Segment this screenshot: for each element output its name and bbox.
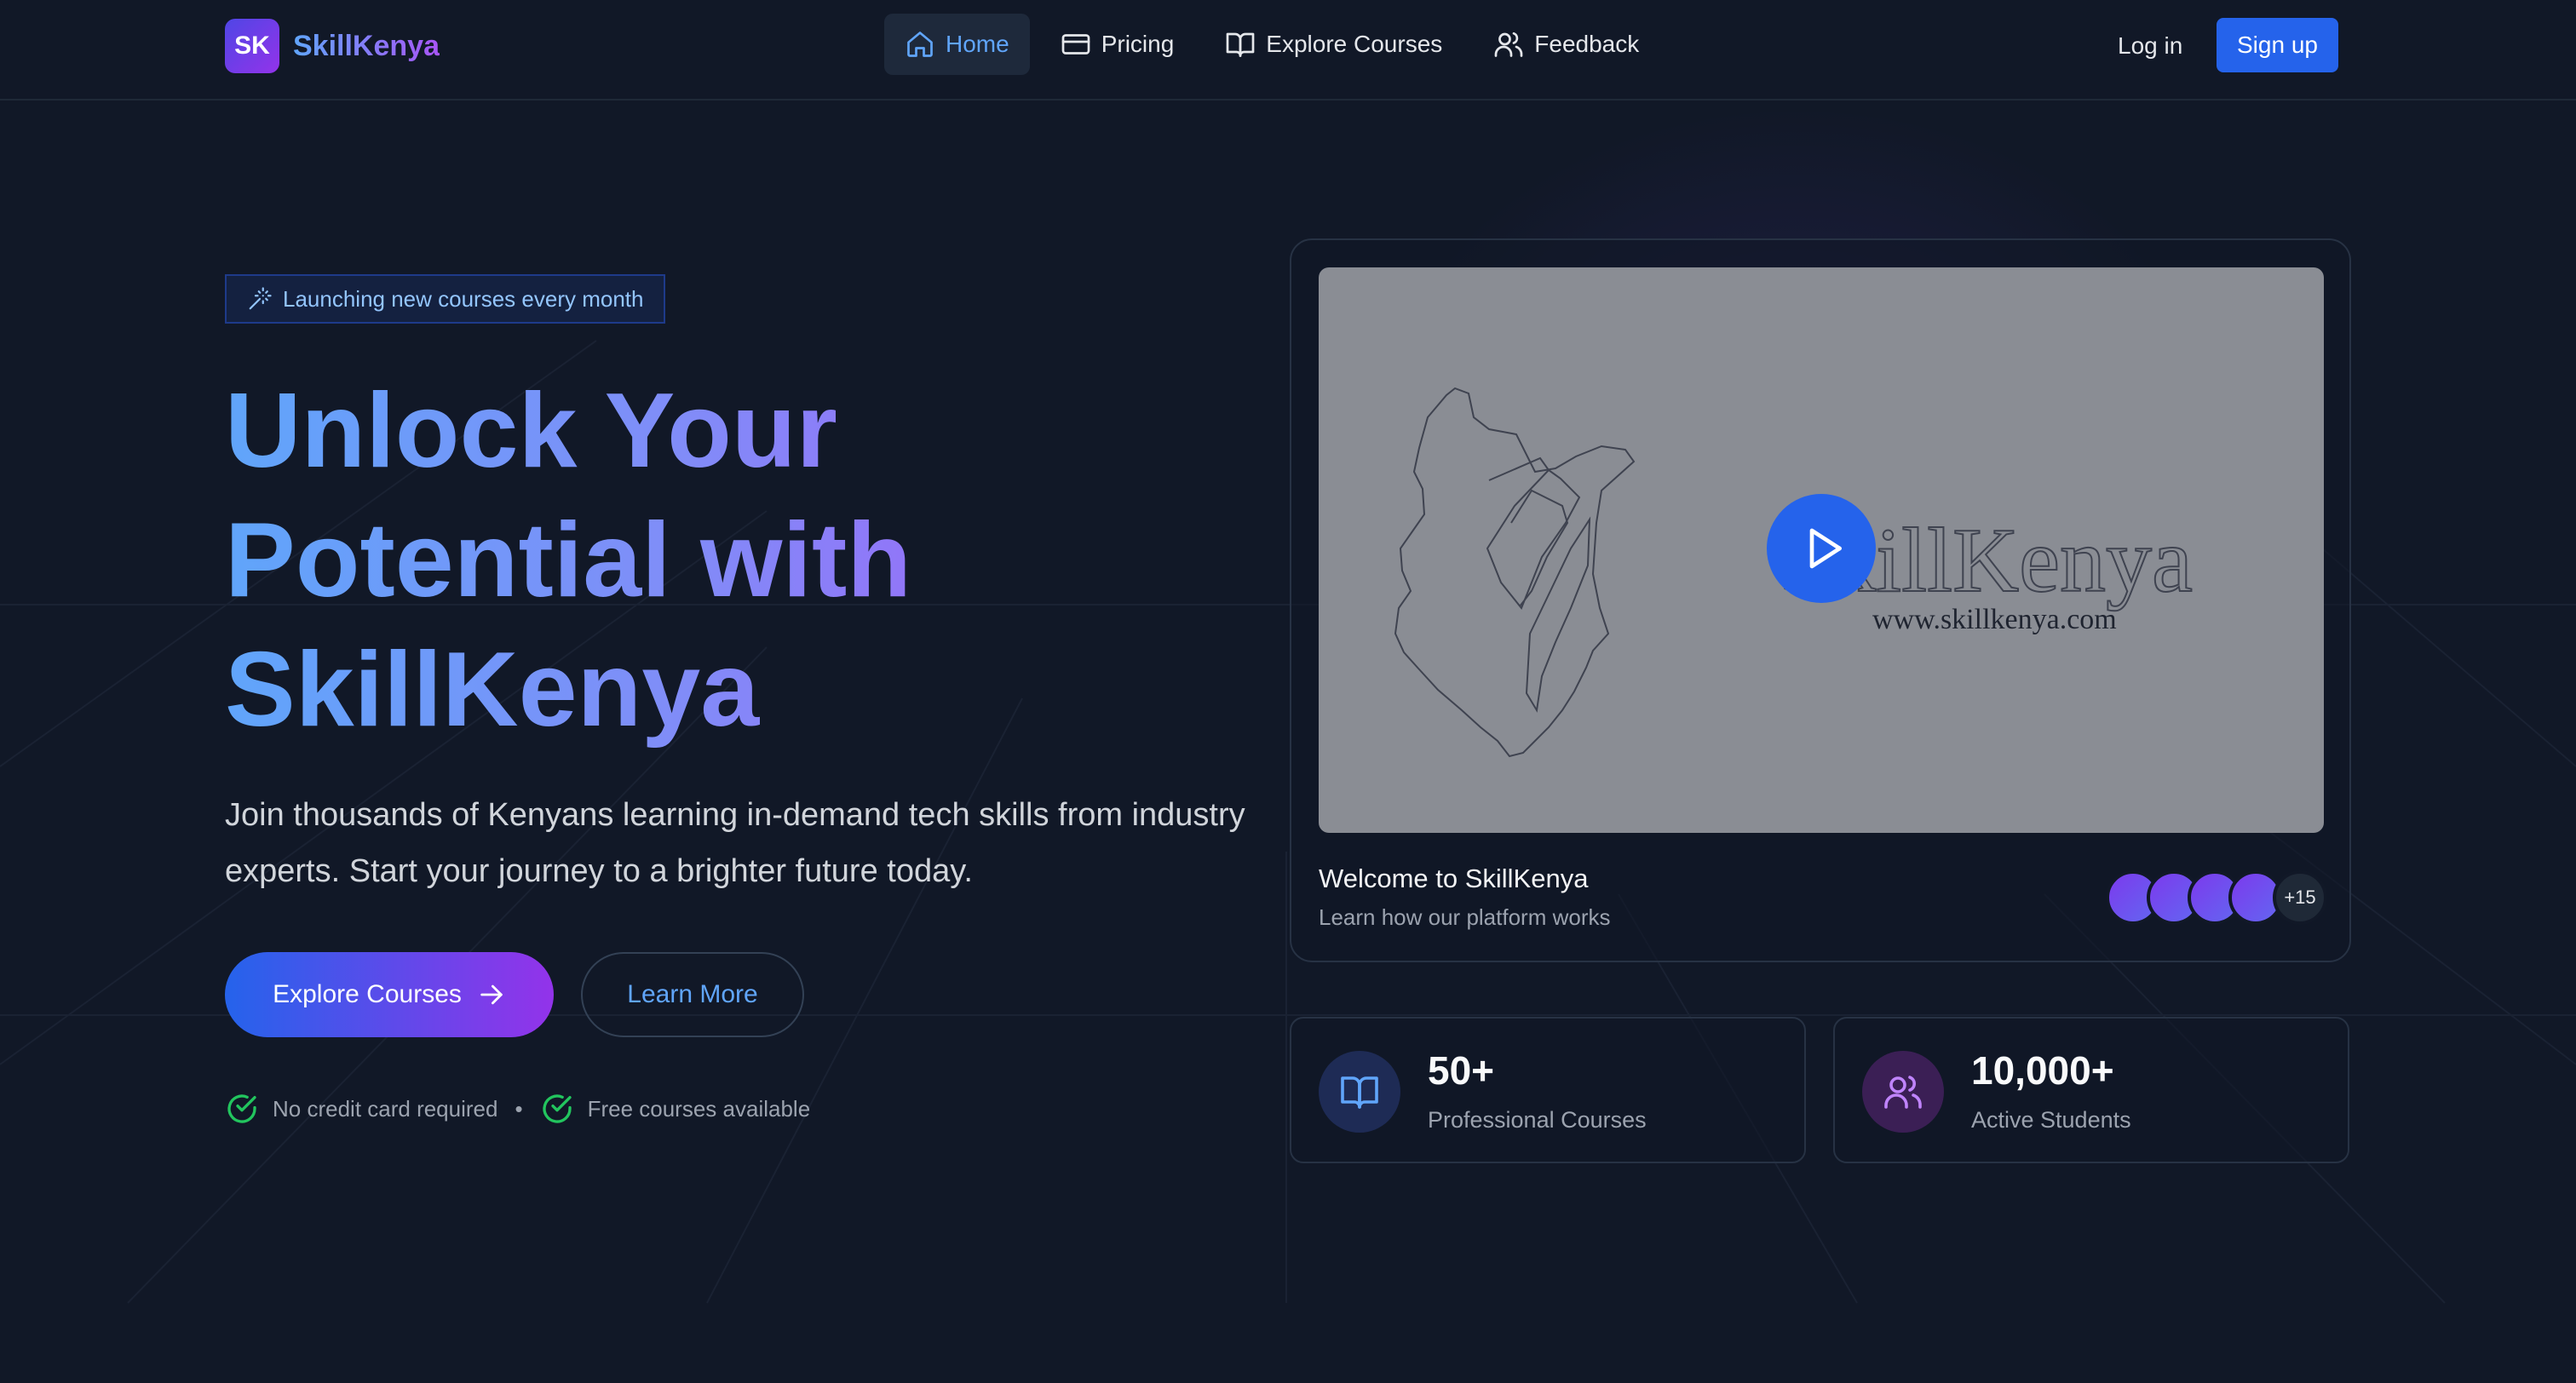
main-nav: Home Pricing Explore Courses Feedback xyxy=(884,14,1670,75)
intro-video-card: SkillKenya www.skillkenya.com Welcome to… xyxy=(1290,238,2351,962)
users-icon xyxy=(1493,29,1524,60)
announcement-badge: Launching new courses every month xyxy=(225,274,666,324)
hero-headline: Unlock Your Potential with SkillKenya xyxy=(225,366,1247,755)
arrow-right-icon xyxy=(477,980,506,1009)
nav-feedback[interactable]: Feedback xyxy=(1473,14,1659,75)
logo-text: SkillKenya xyxy=(293,29,440,62)
book-open-icon xyxy=(1225,29,1256,60)
nav-feedback-label: Feedback xyxy=(1534,31,1640,57)
logo-mark: SK xyxy=(225,19,279,73)
check-circle-icon xyxy=(225,1092,259,1126)
nav-explore-courses-label: Explore Courses xyxy=(1266,31,1443,57)
nav-pricing-label: Pricing xyxy=(1101,31,1175,57)
avatar-more-count: +15 xyxy=(2273,870,2327,925)
stat-label: Professional Courses xyxy=(1428,1107,1647,1133)
users-icon xyxy=(1884,1076,1922,1109)
video-title: Welcome to SkillKenya xyxy=(1319,864,1589,893)
avatar-stack: +15 xyxy=(2106,870,2327,925)
perk-separator: • xyxy=(515,1095,523,1122)
stat-label: Active Students xyxy=(1971,1107,2131,1133)
signup-button[interactable]: Sign up xyxy=(2217,18,2338,72)
stat-icon-wrap xyxy=(1319,1051,1400,1133)
headline-line-3: SkillKenya xyxy=(225,631,760,749)
logo[interactable]: SK SkillKenya xyxy=(225,19,440,73)
announcement-text: Launching new courses every month xyxy=(283,285,644,312)
stat-value: 50+ xyxy=(1428,1048,1495,1093)
learn-more-button[interactable]: Learn More xyxy=(581,952,804,1037)
play-icon xyxy=(1809,528,1842,569)
check-circle-icon xyxy=(540,1092,574,1126)
credit-card-icon xyxy=(1061,29,1091,60)
video-subtitle: Learn how our platform works xyxy=(1319,904,1611,930)
nav-explore-courses[interactable]: Explore Courses xyxy=(1205,14,1463,75)
play-button[interactable] xyxy=(1767,494,1876,603)
stat-card-courses: 50+ Professional Courses xyxy=(1290,1017,1806,1163)
nav-home-label: Home xyxy=(946,31,1009,57)
login-button[interactable]: Log in xyxy=(2101,20,2199,72)
perk-no-credit-card: No credit card required xyxy=(273,1095,498,1122)
home-icon xyxy=(905,29,935,60)
hero-subtext: Join thousands of Kenyans learning in-de… xyxy=(225,797,1245,889)
perks-row: No credit card required • Free courses a… xyxy=(225,1092,810,1126)
explore-courses-button-label: Explore Courses xyxy=(273,980,462,1008)
explore-courses-button[interactable]: Explore Courses xyxy=(225,952,554,1037)
nav-home[interactable]: Home xyxy=(884,14,1030,75)
perk-free-courses: Free courses available xyxy=(587,1095,811,1122)
headline-line-1: Unlock Your xyxy=(225,372,837,490)
book-open-icon xyxy=(1341,1076,1378,1109)
magic-wand-icon xyxy=(247,286,273,312)
stat-icon-wrap xyxy=(1862,1051,1944,1133)
stat-card-students: 10,000+ Active Students xyxy=(1833,1017,2349,1163)
thumbnail-url: www.skillkenya.com xyxy=(1872,604,2117,635)
headline-line-2: Potential with xyxy=(225,502,911,619)
stat-value: 10,000+ xyxy=(1971,1048,2114,1093)
video-thumbnail[interactable]: SkillKenya www.skillkenya.com xyxy=(1319,267,2324,833)
top-navbar: SK SkillKenya Home Pricing Explore Cours… xyxy=(0,0,2576,100)
nav-pricing[interactable]: Pricing xyxy=(1040,14,1195,75)
